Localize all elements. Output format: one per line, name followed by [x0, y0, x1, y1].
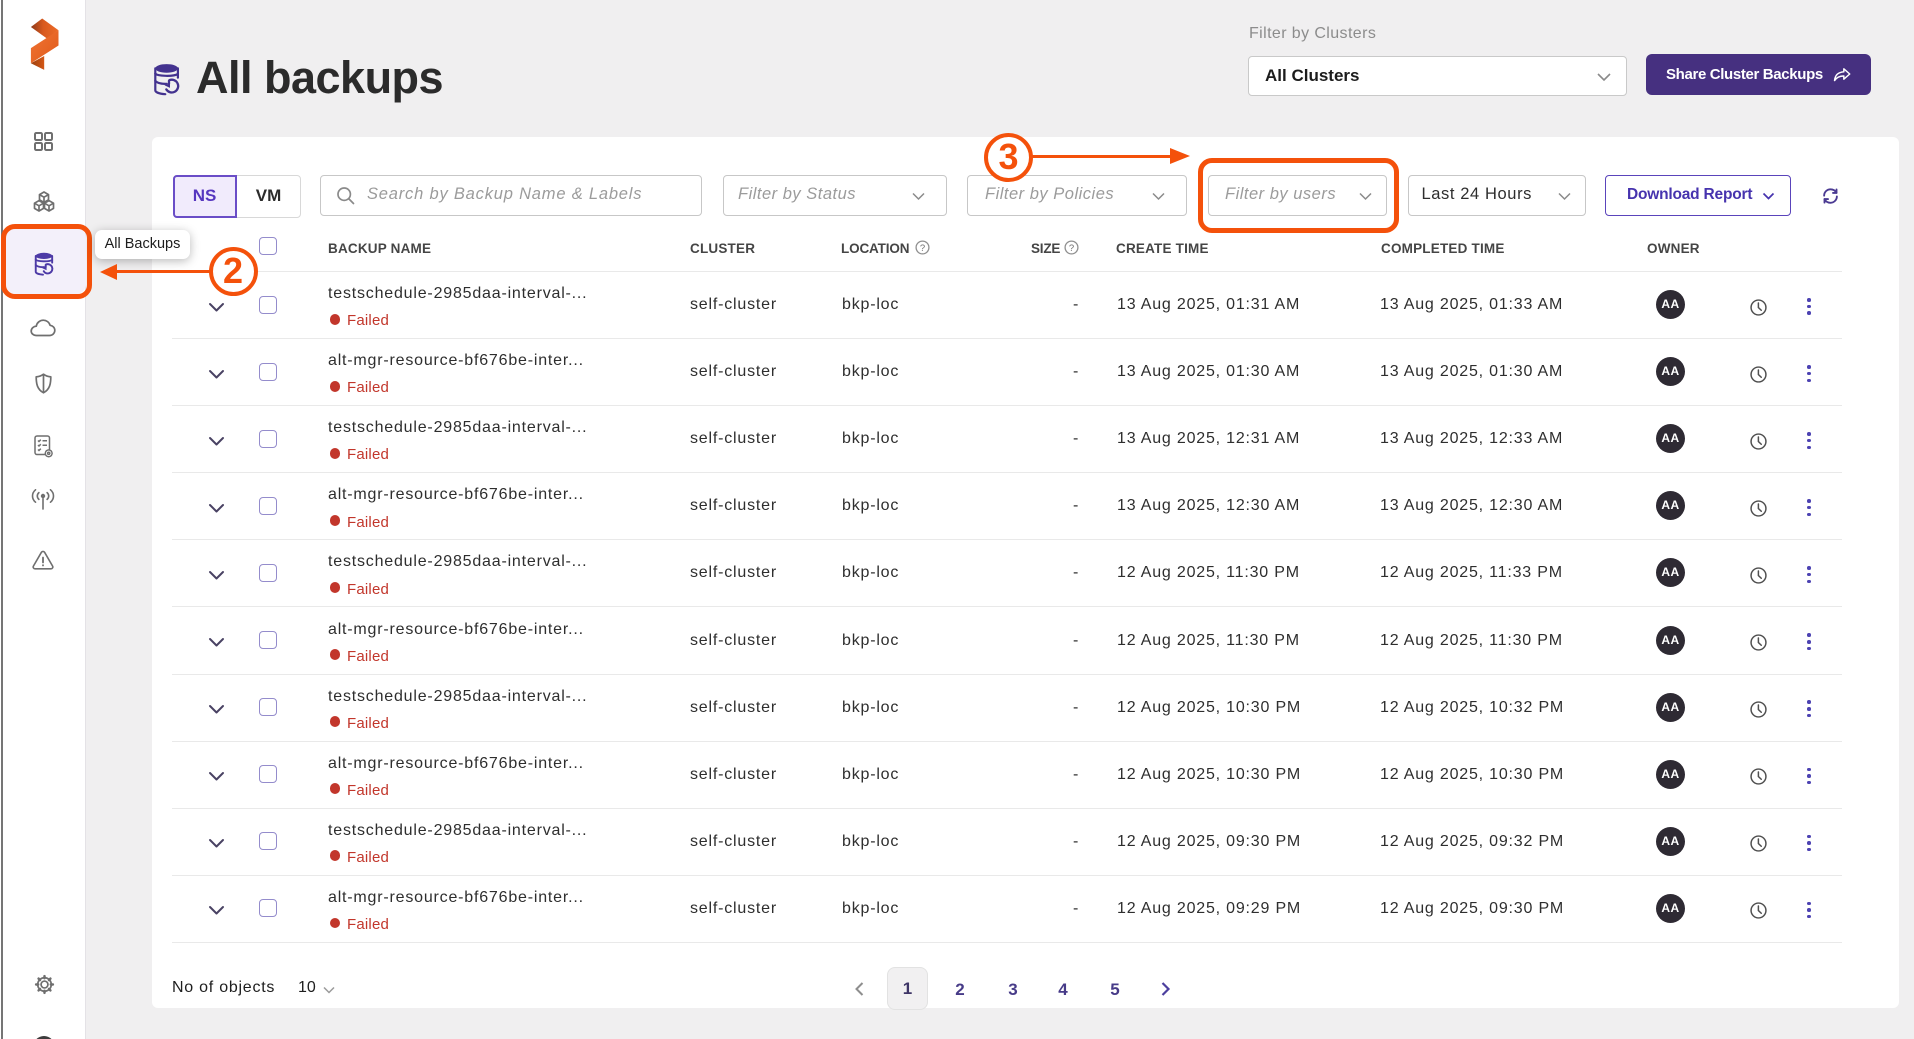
svg-text:?: ?	[920, 243, 925, 254]
svg-text:?: ?	[1068, 243, 1073, 254]
